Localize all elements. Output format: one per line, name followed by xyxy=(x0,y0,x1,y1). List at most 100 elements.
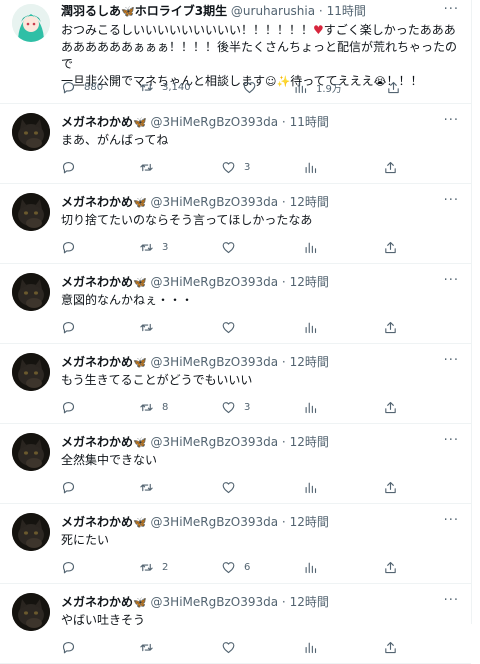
views-button[interactable] xyxy=(303,238,318,256)
views-button[interactable]: 1.9万 xyxy=(293,78,342,96)
user-handle[interactable]: @uruharushia xyxy=(231,4,315,18)
share-button[interactable] xyxy=(383,478,398,496)
like-button[interactable]: 3 xyxy=(221,398,250,416)
like-button[interactable]: 3 xyxy=(221,158,250,176)
retweet-button[interactable] xyxy=(139,318,162,336)
more-icon[interactable]: ··· xyxy=(444,113,459,128)
retweet-icon xyxy=(140,403,153,411)
timestamp[interactable]: 12時間 xyxy=(290,515,329,529)
user-handle[interactable]: @3HiMeRgBzO393da xyxy=(151,275,279,289)
reply-button[interactable] xyxy=(61,238,84,256)
display-name[interactable]: メガネわかめ xyxy=(61,595,133,609)
share-button[interactable] xyxy=(383,638,398,656)
share-icon xyxy=(385,401,396,413)
user-handle[interactable]: @3HiMeRgBzO393da xyxy=(151,515,279,529)
like-button[interactable] xyxy=(221,318,244,336)
reply-tweet[interactable]: メガネわかめ🦋 @3HiMeRgBzO393da · 12時間 ··· もう生きてる… xyxy=(0,344,471,424)
views-button[interactable] xyxy=(303,398,318,416)
retweet-button[interactable]: 3 xyxy=(139,238,168,256)
more-icon[interactable]: ··· xyxy=(444,2,459,17)
display-name[interactable]: 潤羽るしあ xyxy=(61,4,121,18)
reply-button[interactable] xyxy=(61,318,84,336)
timestamp[interactable]: 12時間 xyxy=(290,195,329,209)
share-button[interactable] xyxy=(383,318,398,336)
timestamp[interactable]: 12時間 xyxy=(290,595,329,609)
like-button[interactable] xyxy=(221,478,244,496)
tweet-header: メガネわかめ🦋 @3HiMeRgBzO393da · 12時間 xyxy=(61,514,437,531)
timestamp[interactable]: 12時間 xyxy=(290,355,329,369)
avatar[interactable] xyxy=(12,353,50,391)
reply-button[interactable] xyxy=(61,638,84,656)
display-name-suffix[interactable]: ホロライブ3期生 xyxy=(135,4,227,18)
retweet-icon xyxy=(140,83,153,91)
reply-tweet[interactable]: メガネわかめ🦋 @3HiMeRgBzO393da · 12時間 ··· 切り捨てたい… xyxy=(0,184,471,264)
more-icon[interactable]: ··· xyxy=(444,273,459,288)
display-name[interactable]: メガネわかめ xyxy=(61,355,133,369)
user-handle[interactable]: @3HiMeRgBzO393da xyxy=(151,115,279,129)
display-name[interactable]: メガネわかめ xyxy=(61,435,133,449)
avatar[interactable] xyxy=(12,193,50,231)
share-button[interactable] xyxy=(383,398,398,416)
reply-tweet[interactable]: メガネわかめ🦋 @3HiMeRgBzO393da · 12時間 ··· 死にたい 2 6 xyxy=(0,504,471,584)
tweet-text: 死にたい xyxy=(61,533,110,547)
retweet-button[interactable] xyxy=(139,158,162,176)
reply-button[interactable] xyxy=(61,398,84,416)
reply-button[interactable] xyxy=(61,158,84,176)
timestamp[interactable]: 11時間 xyxy=(327,4,366,18)
avatar[interactable] xyxy=(12,433,50,471)
reply-tweet[interactable]: メガネわかめ🦋 @3HiMeRgBzO393da · 12時間 ··· やばい吐きそ… xyxy=(0,584,471,664)
timestamp[interactable]: 12時間 xyxy=(290,435,329,449)
views-button[interactable] xyxy=(303,158,318,176)
tweet-header: メガネわかめ🦋 @3HiMeRgBzO393da · 12時間 xyxy=(61,594,437,611)
timestamp[interactable]: 12時間 xyxy=(290,275,329,289)
avatar[interactable] xyxy=(12,4,50,42)
reply-button[interactable]: 880 xyxy=(61,78,103,96)
reply-button[interactable] xyxy=(61,478,84,496)
like-button[interactable] xyxy=(221,238,244,256)
reply-tweet[interactable]: メガネわかめ🦋 @3HiMeRgBzO393da · 12時間 ··· 意図的なんか… xyxy=(0,264,471,344)
retweet-icon xyxy=(140,643,153,651)
avatar[interactable] xyxy=(12,273,50,311)
views-button[interactable] xyxy=(303,478,318,496)
more-icon[interactable]: ··· xyxy=(444,193,459,208)
display-name[interactable]: メガネわかめ xyxy=(61,275,133,289)
timestamp[interactable]: 11時間 xyxy=(290,115,329,129)
share-button[interactable] xyxy=(386,78,401,96)
avatar[interactable] xyxy=(12,113,50,151)
tweet-text-line: ああああああぁぁぁ！！！！後半たくさんちょっと配信が荒れちゃったので xyxy=(61,40,458,71)
display-name[interactable]: メガネわかめ xyxy=(61,195,133,209)
user-handle[interactable]: @3HiMeRgBzO393da xyxy=(151,195,279,209)
more-icon[interactable]: ··· xyxy=(444,593,459,608)
avatar[interactable] xyxy=(12,513,50,551)
like-button[interactable] xyxy=(242,78,265,96)
views-button[interactable] xyxy=(303,638,318,656)
views-button[interactable] xyxy=(303,318,318,336)
user-handle[interactable]: @3HiMeRgBzO393da xyxy=(151,355,279,369)
like-button[interactable] xyxy=(221,638,244,656)
main-tweet[interactable]: 潤羽るしあ🦋ホロライブ3期生 @uruharushia · 11時間 ··· お… xyxy=(0,0,471,104)
more-icon[interactable]: ··· xyxy=(444,433,459,448)
display-name[interactable]: メガネわかめ xyxy=(61,115,133,129)
views-button[interactable] xyxy=(303,558,318,576)
more-icon[interactable]: ··· xyxy=(444,513,459,528)
retweet-button[interactable]: 8 xyxy=(139,398,168,416)
reply-tweet[interactable]: メガネわかめ🦋 @3HiMeRgBzO393da · 11時間 ··· まあ、がんば… xyxy=(0,104,471,184)
reply-icon xyxy=(62,241,75,253)
avatar[interactable] xyxy=(12,593,50,631)
reply-icon xyxy=(62,561,75,573)
retweet-button[interactable]: 3,140 xyxy=(139,78,191,96)
retweet-button[interactable] xyxy=(139,478,162,496)
share-button[interactable] xyxy=(383,558,398,576)
share-button[interactable] xyxy=(383,238,398,256)
user-handle[interactable]: @3HiMeRgBzO393da xyxy=(151,435,279,449)
reply-button[interactable] xyxy=(61,558,84,576)
user-handle[interactable]: @3HiMeRgBzO393da xyxy=(151,595,279,609)
display-name[interactable]: メガネわかめ xyxy=(61,515,133,529)
share-button[interactable] xyxy=(383,158,398,176)
retweet-button[interactable]: 2 xyxy=(139,558,168,576)
more-icon[interactable]: ··· xyxy=(444,353,459,368)
reply-tweet[interactable]: メガネわかめ🦋 @3HiMeRgBzO393da · 12時間 ··· 全然集中でき… xyxy=(0,424,471,504)
like-button[interactable]: 6 xyxy=(221,558,250,576)
retweet-button[interactable] xyxy=(139,638,162,656)
tweet-header: 潤羽るしあ🦋ホロライブ3期生 @uruharushia · 11時間 xyxy=(61,3,437,20)
